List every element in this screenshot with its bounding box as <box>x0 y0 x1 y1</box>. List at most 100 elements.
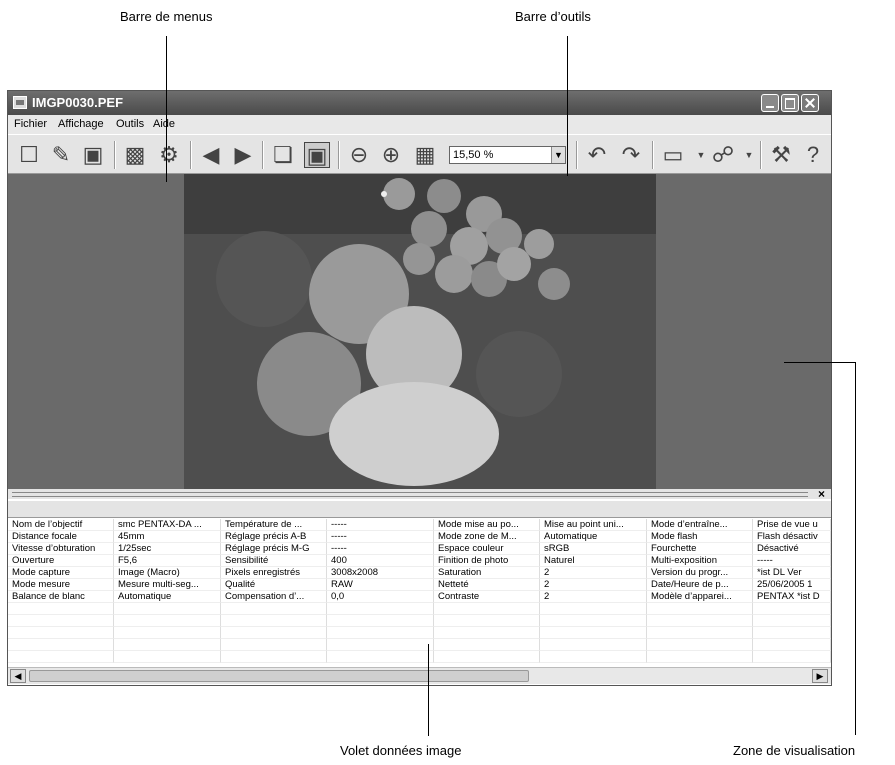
table-cell: 2 <box>540 591 647 603</box>
callout-toolbar: Barre d’outils <box>515 9 591 24</box>
table-cell: Mode d’entraîne... <box>647 519 753 531</box>
table-cell: Pixels enregistrés <box>221 567 327 579</box>
menu-outils[interactable]: Outils <box>116 118 144 130</box>
table-cell: Mode flash <box>647 531 753 543</box>
table-cell: ----- <box>327 531 434 543</box>
table-cell <box>647 627 753 639</box>
tools-icon[interactable]: ⚒ <box>768 142 794 168</box>
menu-fichier[interactable]: Fichier <box>14 118 47 130</box>
table-cell: 400 <box>327 555 434 567</box>
minimize-button[interactable] <box>761 94 779 112</box>
table-cell <box>327 615 434 627</box>
table-cell: Température de ... <box>221 519 327 531</box>
table-cell <box>753 603 831 615</box>
viewer-area[interactable] <box>8 174 831 489</box>
data-table: Nom de l’objectif smc PENTAX-DA ... Tempér… <box>8 519 831 667</box>
help-icon[interactable]: ? <box>800 142 826 168</box>
rotate-right-icon[interactable]: ↷ <box>618 142 644 168</box>
browse-icon[interactable]: ❏ <box>270 142 296 168</box>
table-cell <box>753 615 831 627</box>
table-cell: RAW <box>327 579 434 591</box>
table-cell: Réglage précis A-B <box>221 531 327 543</box>
table-cell <box>647 603 753 615</box>
display-mode-icon[interactable]: ▭ <box>660 142 686 168</box>
table-cell: F5,6 <box>114 555 221 567</box>
table-cell <box>221 615 327 627</box>
table-cell: Date/Heure de p... <box>647 579 753 591</box>
table-cell: Ouverture <box>8 555 114 567</box>
previous-icon[interactable]: ◀ <box>198 142 224 168</box>
table-cell: ----- <box>327 519 434 531</box>
table-cell: Mode mise au po... <box>434 519 540 531</box>
table-cell: 3008x2008 <box>327 567 434 579</box>
fit-window-icon[interactable]: ▣ <box>304 142 330 168</box>
scroll-left-icon[interactable]: ◀ <box>10 669 26 683</box>
table-cell <box>540 603 647 615</box>
table-cell <box>327 651 434 663</box>
open-folder-icon[interactable]: ✎ <box>48 142 74 168</box>
table-cell: Fourchette <box>647 543 753 555</box>
table-cell: Saturation <box>434 567 540 579</box>
table-cell <box>114 615 221 627</box>
menu-affichage[interactable]: Affichage <box>58 118 104 130</box>
table-cell <box>8 651 114 663</box>
table-cell: Distance focale <box>8 531 114 543</box>
settings-icon[interactable]: ⚙ <box>156 142 182 168</box>
table-cell <box>114 603 221 615</box>
table-cell <box>8 627 114 639</box>
title-bar[interactable]: IMGP0030.PEF <box>8 91 831 115</box>
table-cell: Automatique <box>114 591 221 603</box>
table-cell <box>221 651 327 663</box>
table-cell: Netteté <box>434 579 540 591</box>
horizontal-scrollbar[interactable]: ◀ ▶ <box>8 667 831 684</box>
table-cell: Balance de blanc <box>8 591 114 603</box>
next-icon[interactable]: ▶ <box>230 142 256 168</box>
chevron-down-icon[interactable]: ▼ <box>736 142 762 168</box>
close-icon[interactable]: × <box>818 487 825 501</box>
pane-splitter[interactable]: × <box>8 487 831 501</box>
table-cell <box>753 651 831 663</box>
maximize-button[interactable] <box>781 94 799 112</box>
table-cell <box>540 639 647 651</box>
table-cell <box>327 603 434 615</box>
print-icon[interactable]: ▩ <box>122 142 148 168</box>
zoom-in-icon[interactable]: ⊕ <box>378 142 404 168</box>
chevron-down-icon[interactable]: ▼ <box>551 147 565 163</box>
table-cell <box>434 651 540 663</box>
menu-aide[interactable]: Aide <box>153 118 175 130</box>
table-cell <box>753 627 831 639</box>
app-icon <box>13 96 27 109</box>
table-cell: sRGB <box>540 543 647 555</box>
new-window-icon[interactable]: ☐ <box>16 142 42 168</box>
table-cell <box>647 615 753 627</box>
photo-image <box>184 174 656 489</box>
scrollbar-thumb[interactable] <box>29 670 529 682</box>
table-cell <box>8 603 114 615</box>
table-cell <box>434 603 540 615</box>
table-cell: Qualité <box>221 579 327 591</box>
zoom-select[interactable]: 15,50 % <box>449 146 566 164</box>
callout-viewer: Zone de visualisation <box>733 743 856 758</box>
table-cell: Mise au point uni... <box>540 519 647 531</box>
table-cell: 0,0 <box>327 591 434 603</box>
actual-size-icon[interactable]: ▦ <box>412 142 438 168</box>
table-cell <box>114 651 221 663</box>
color-icon[interactable]: ☍ <box>710 142 736 168</box>
table-cell: 2 <box>540 567 647 579</box>
table-cell: Réglage précis M-G <box>221 543 327 555</box>
save-icon[interactable]: ▣ <box>80 142 106 168</box>
table-header <box>8 501 831 518</box>
close-button[interactable] <box>801 94 819 112</box>
table-cell <box>540 651 647 663</box>
rotate-left-icon[interactable]: ↶ <box>584 142 610 168</box>
toolbar: ☐ ✎ ▣ ▩ ⚙ ◀ ▶ ❏ ▣ ⊖ ⊕ ▦ 15,50 % ▼ ↶ ↷ ▭ … <box>8 134 831 174</box>
table-cell: Mesure multi-seg... <box>114 579 221 591</box>
scroll-right-icon[interactable]: ▶ <box>812 669 828 683</box>
callout-datapane: Volet données image <box>340 743 462 758</box>
table-cell <box>327 639 434 651</box>
zoom-out-icon[interactable]: ⊖ <box>346 142 372 168</box>
table-cell <box>221 639 327 651</box>
table-cell <box>647 651 753 663</box>
table-cell: smc PENTAX-DA ... <box>114 519 221 531</box>
callout-menubar: Barre de menus <box>120 9 213 24</box>
